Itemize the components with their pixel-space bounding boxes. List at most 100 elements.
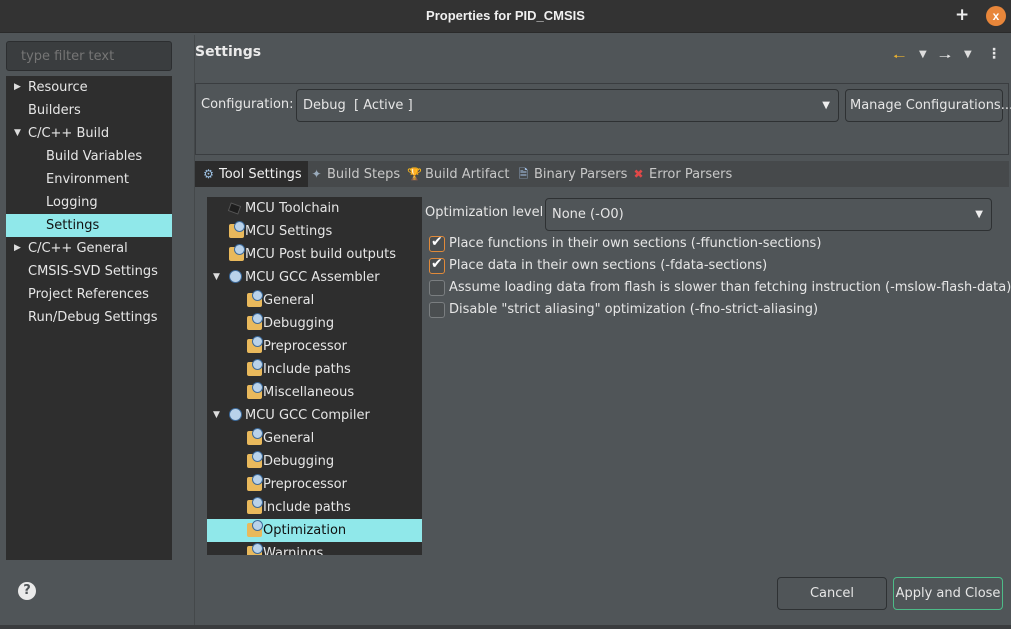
sidebar-item-cpp-general[interactable]: ▶ C/C++ General — [6, 237, 172, 260]
tree-item-cc-optimization[interactable]: Optimization — [207, 519, 422, 542]
tree-item-asm-include-paths[interactable]: Include paths — [207, 358, 422, 381]
tree-item-cc-general[interactable]: General — [207, 427, 422, 450]
tree-item-mcu-settings[interactable]: MCU Settings — [207, 220, 422, 243]
help-icon[interactable]: ? — [18, 582, 36, 600]
close-button[interactable]: x — [986, 6, 1006, 26]
folder-gear-icon — [247, 543, 263, 555]
folder-gear-icon — [229, 221, 245, 238]
window-title: Properties for PID_CMSIS — [426, 8, 585, 23]
expand-arrow-icon[interactable]: ▶ — [14, 76, 21, 99]
tree-item-mcu-toolchain[interactable]: MCU Toolchain — [207, 197, 422, 220]
sidebar-item-run-debug-settings[interactable]: Run/Debug Settings — [6, 306, 172, 329]
manage-configurations-button[interactable]: Manage Configurations... — [845, 89, 1011, 122]
tree-item-mcu-gcc-assembler[interactable]: ▼ MCU GCC Assembler — [207, 266, 422, 289]
tree-item-cc-warnings[interactable]: Warnings — [207, 542, 422, 555]
collapse-arrow-icon[interactable]: ▼ — [213, 266, 220, 289]
tab-error-parsers[interactable]: ✖ Error Parsers — [625, 161, 738, 187]
optimization-level-label: Optimization level — [425, 205, 544, 220]
tool-settings-tree[interactable]: MCU Toolchain MCU Settings MCU Post buil… — [207, 197, 422, 555]
sidebar-item-label: Build Variables — [46, 149, 143, 164]
kebab-menu-icon[interactable]: ⋮ — [987, 46, 1001, 62]
title-bar: Properties for PID_CMSIS + x — [0, 0, 1011, 33]
arrow-right-icon[interactable]: 🠒 — [939, 46, 951, 70]
sidebar-item-label: Builders — [28, 103, 81, 118]
slow-flash-data-label[interactable]: Assume loading data from flash is slower… — [449, 280, 1011, 295]
tree-item-asm-debugging[interactable]: Debugging — [207, 312, 422, 335]
tab-label: Build Artifact — [425, 167, 510, 182]
sidebar-item-label: Environment — [46, 172, 130, 187]
gear-icon — [229, 408, 242, 421]
folder-gear-icon — [247, 428, 263, 445]
tree-item-label: Debugging — [263, 454, 335, 469]
sidebar-item-label: Project References — [28, 287, 149, 302]
optimization-level-select[interactable]: None (-O0) ▼ — [545, 198, 992, 231]
tree-item-label: General — [263, 431, 315, 446]
sidebar-item-label: Resource — [28, 80, 88, 95]
tree-item-label: Include paths — [263, 362, 351, 377]
sidebar-item-cpp-build[interactable]: ▼ C/C++ Build — [6, 122, 172, 145]
collapse-arrow-icon[interactable]: ▼ — [213, 404, 220, 427]
function-sections-label[interactable]: Place functions in their own sections (-… — [449, 236, 821, 251]
tab-tool-settings[interactable]: ⚙ Tool Settings — [195, 161, 308, 187]
tree-item-asm-miscellaneous[interactable]: Miscellaneous — [207, 381, 422, 404]
forward-dropdown-icon[interactable]: ▼ — [964, 49, 972, 60]
tree-item-label: Include paths — [263, 500, 351, 515]
tree-item-label: MCU Post build outputs — [245, 247, 397, 262]
data-sections-label[interactable]: Place data in their own sections (-fdata… — [449, 258, 767, 273]
sidebar-item-label: Run/Debug Settings — [28, 310, 158, 325]
sidebar-item-environment[interactable]: Environment — [6, 168, 172, 191]
sidebar-item-resource[interactable]: ▶ Resource — [6, 76, 172, 99]
build-steps-icon: ✦ — [311, 167, 322, 181]
tool-settings-icon: ⚙ — [203, 167, 214, 181]
tree-item-label: Optimization — [263, 523, 347, 538]
tree-item-cc-debugging[interactable]: Debugging — [207, 450, 422, 473]
tree-item-label: General — [263, 293, 315, 308]
function-sections-checkbox[interactable] — [429, 234, 445, 252]
tree-item-asm-general[interactable]: General — [207, 289, 422, 312]
cancel-button[interactable]: Cancel — [777, 577, 887, 610]
tab-label: Tool Settings — [219, 167, 302, 182]
strict-aliasing-label[interactable]: Disable "strict aliasing" optimization (… — [449, 302, 818, 317]
filter-input[interactable] — [6, 41, 172, 71]
sidebar-item-logging[interactable]: Logging — [6, 191, 172, 214]
folder-gear-icon — [247, 520, 263, 537]
tree-item-cc-include-paths[interactable]: Include paths — [207, 496, 422, 519]
trophy-icon: 🏆 — [407, 167, 422, 181]
tab-build-steps[interactable]: ✦ Build Steps — [303, 161, 406, 187]
arrow-left-icon[interactable]: 🠐 — [893, 46, 905, 70]
chip-icon — [227, 202, 242, 215]
collapse-arrow-icon[interactable]: ▼ — [14, 122, 21, 145]
slow-flash-data-checkbox[interactable] — [429, 280, 445, 296]
sidebar-item-label: C/C++ General — [28, 241, 128, 256]
back-dropdown-icon[interactable]: ▼ — [919, 49, 927, 60]
tree-item-label: Warnings — [263, 546, 324, 555]
configuration-select[interactable]: Debug [ Active ] ▼ — [296, 89, 839, 122]
tab-binary-parsers[interactable]: 🗎 Binary Parsers — [510, 161, 633, 187]
sidebar-item-cmsis-svd-settings[interactable]: CMSIS-SVD Settings — [6, 260, 172, 283]
tab-label: Error Parsers — [649, 167, 733, 182]
tree-item-mcu-gcc-compiler[interactable]: ▼ MCU GCC Compiler — [207, 404, 422, 427]
strict-aliasing-checkbox[interactable] — [429, 302, 445, 318]
gear-icon — [229, 270, 242, 283]
data-sections-checkbox[interactable] — [429, 256, 445, 274]
expand-arrow-icon[interactable]: ▶ — [14, 237, 21, 260]
tree-item-mcu-post-build-outputs[interactable]: MCU Post build outputs — [207, 243, 422, 266]
tree-item-asm-preprocessor[interactable]: Preprocessor — [207, 335, 422, 358]
tree-item-label: Preprocessor — [263, 477, 347, 492]
apply-and-close-button[interactable]: Apply and Close — [893, 577, 1003, 610]
tab-label: Build Steps — [327, 167, 401, 182]
sidebar-item-build-variables[interactable]: Build Variables — [6, 145, 172, 168]
sidebar-item-project-references[interactable]: Project References — [6, 283, 172, 306]
tab-build-artifact[interactable]: 🏆 Build Artifact — [401, 161, 516, 187]
maximize-button[interactable]: + — [955, 5, 969, 25]
folder-gear-icon — [247, 451, 263, 468]
folder-gear-icon — [229, 244, 245, 261]
sidebar-item-settings[interactable]: Settings — [6, 214, 172, 237]
sidebar-item-label: C/C++ Build — [28, 126, 110, 141]
folder-gear-icon — [247, 474, 263, 491]
tree-item-cc-preprocessor[interactable]: Preprocessor — [207, 473, 422, 496]
tree-item-label: MCU GCC Compiler — [245, 408, 370, 423]
page-title: Settings — [195, 44, 262, 60]
sidebar-item-builders[interactable]: Builders — [6, 99, 172, 122]
configuration-label: Configuration: — [201, 97, 294, 112]
